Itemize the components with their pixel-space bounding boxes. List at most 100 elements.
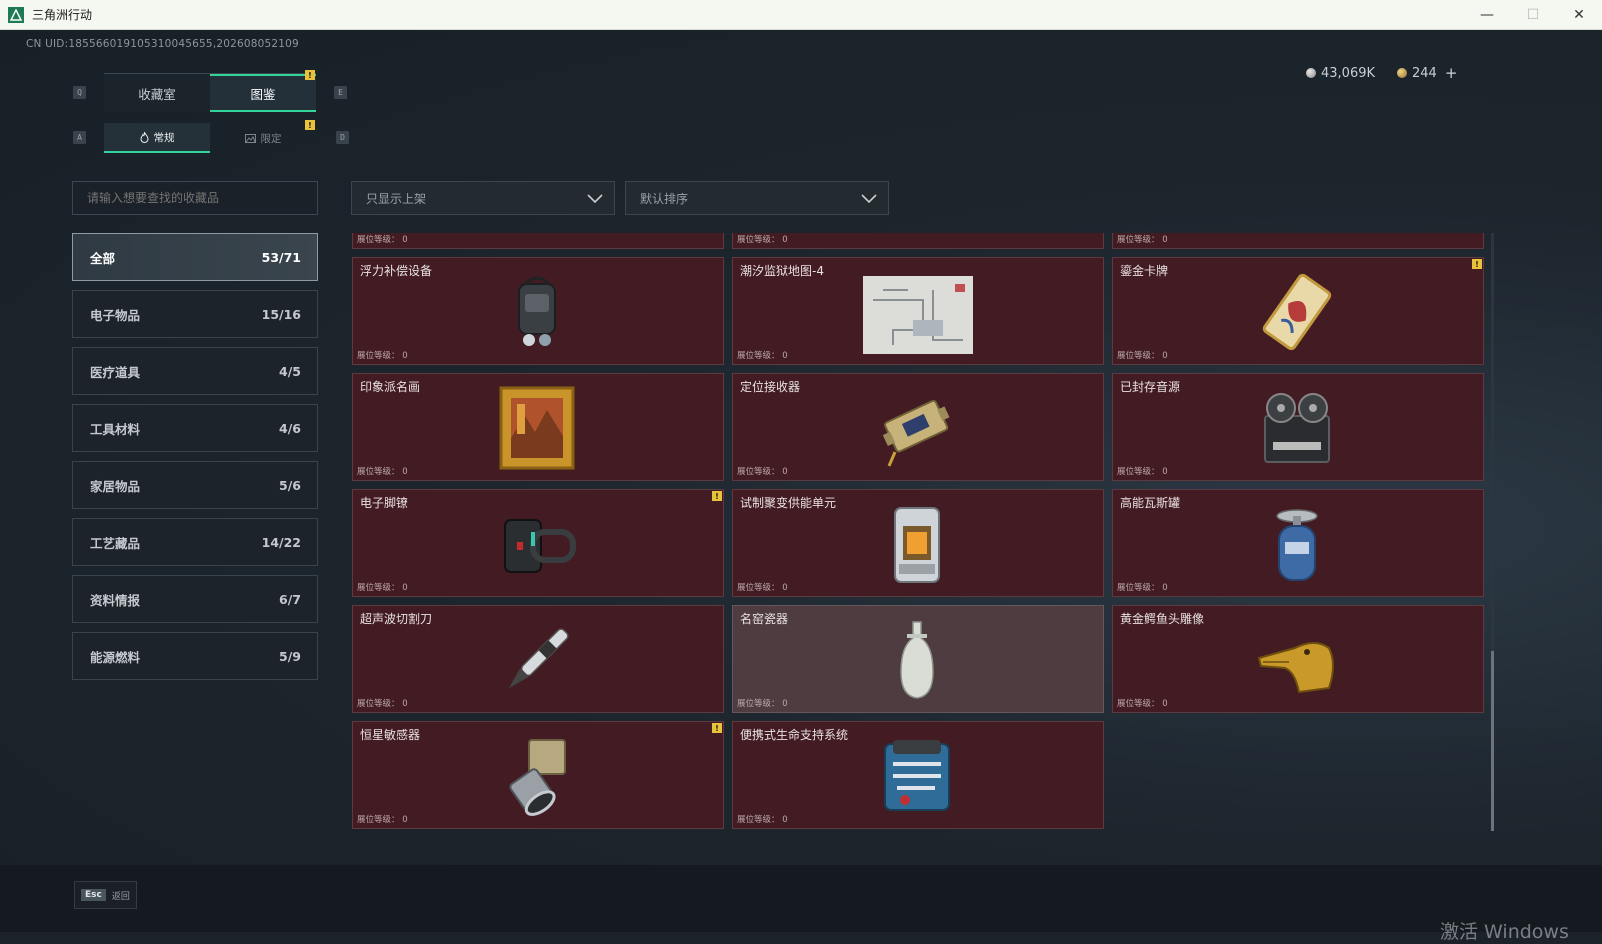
gold-amount: 244 <box>1412 65 1437 81</box>
item-card-buoyancy-device[interactable]: 浮力补偿设备 展位等级： 0 <box>352 257 724 365</box>
gold-coin-icon <box>1397 68 1408 78</box>
maximize-button[interactable]: ☐ <box>1510 0 1556 30</box>
key-e-hint: E <box>334 86 347 99</box>
item-card-golden-croc-statue[interactable]: 黄金鳄鱼头雕像 展位等级： 0 <box>1112 605 1484 713</box>
booth-level: 展位等级： 0 <box>357 699 408 709</box>
booth-level: 展位等级： 0 <box>1117 583 1168 593</box>
category-crafts[interactable]: 工艺藏品 14/22 <box>72 518 318 566</box>
item-alert-badge: ! <box>712 723 722 733</box>
category-label: 工艺藏品 <box>90 535 141 551</box>
item-card[interactable]: 展位等级： 0 <box>732 233 1104 249</box>
item-name: 超声波切割刀 <box>360 612 433 626</box>
item-name: 浮力补偿设备 <box>360 264 433 278</box>
category-electronics[interactable]: 电子物品 15/16 <box>72 290 318 338</box>
sub-tabs: 常规 限定 <box>104 123 316 153</box>
item-alert-badge: ! <box>712 491 722 501</box>
booth-level: 展位等级： 0 <box>1117 235 1168 245</box>
category-label: 工具材料 <box>90 421 141 437</box>
tab-catalog[interactable]: 图鉴 <box>210 74 316 112</box>
key-d-hint: D <box>336 131 349 144</box>
close-button[interactable]: ✕ <box>1556 0 1602 30</box>
item-card-prison-map[interactable]: 潮汐监狱地图-4 展位等级： 0 <box>732 257 1104 365</box>
category-count: 5/6 <box>279 477 301 493</box>
category-count: 5/9 <box>279 648 301 664</box>
scrollbar-thumb[interactable] <box>1491 651 1494 831</box>
ankle-monitor-icon <box>493 502 581 586</box>
esc-key-hint: Esc <box>81 889 106 901</box>
item-grid: 展位等级： 0 展位等级： 0 展位等级： 0 浮力补偿设备 展位等级： 0 潮… <box>351 233 1485 833</box>
category-medical[interactable]: 医疗道具 4/5 <box>72 347 318 395</box>
chevron-down-icon <box>587 194 603 204</box>
key-q-hint: Q <box>73 86 86 99</box>
sort-value: 默认排序 <box>640 191 689 206</box>
booth-level: 展位等级： 0 <box>1117 351 1168 361</box>
item-name: 电子脚镣 <box>360 496 409 510</box>
currency-bar: 43,069K 244 + <box>1306 60 1506 86</box>
add-currency-button[interactable]: + <box>1445 64 1458 82</box>
item-card-ultrasonic-cutter[interactable]: 超声波切割刀 展位等级： 0 <box>352 605 724 713</box>
main-tabs: 收藏室 图鉴 <box>104 73 316 112</box>
booth-level: 展位等级： 0 <box>737 351 788 361</box>
search-input[interactable] <box>72 181 318 215</box>
item-card[interactable]: 展位等级： 0 <box>1112 233 1484 249</box>
back-button[interactable]: Esc 返回 <box>74 881 137 909</box>
item-card-positioning-receiver[interactable]: 定位接收器 展位等级： 0 <box>732 373 1104 481</box>
item-card-star-sensor[interactable]: 恒星敏感器 ! 展位等级： 0 <box>352 721 724 829</box>
subtab-limited-label: 限定 <box>260 132 282 145</box>
item-card[interactable]: 展位等级： 0 <box>352 233 724 249</box>
item-card-fusion-unit[interactable]: 试制聚变供能单元 展位等级： 0 <box>732 489 1104 597</box>
category-intel[interactable]: 资料情报 6/7 <box>72 575 318 623</box>
shelf-filter-dropdown[interactable]: 只显示上架 <box>351 181 615 215</box>
category-label: 资料情报 <box>90 592 141 608</box>
booth-level: 展位等级： 0 <box>1117 699 1168 709</box>
item-alert-badge: ! <box>1472 259 1482 269</box>
booth-level: 展位等级： 0 <box>737 467 788 477</box>
category-household[interactable]: 家居物品 5/6 <box>72 461 318 509</box>
category-count: 6/7 <box>279 591 301 607</box>
image-icon <box>244 133 256 143</box>
item-card-impressionist-painting[interactable]: 印象派名画 展位等级： 0 <box>352 373 724 481</box>
item-card-porcelain[interactable]: 名窑瓷器 展位等级： 0 <box>732 605 1104 713</box>
category-label: 医疗道具 <box>90 364 141 380</box>
subtab-regular[interactable]: 常规 <box>104 123 210 153</box>
gas-canister-icon <box>1253 502 1341 586</box>
item-card-sealed-audio[interactable]: 已封存音源 展位等级： 0 <box>1112 373 1484 481</box>
bottom-bar: Esc 返回 激活 Windows <box>0 865 1602 943</box>
booth-level: 展位等级： 0 <box>357 467 408 477</box>
uid-label: CN UID:18556601910531004565​5,2026080521… <box>26 38 299 50</box>
croc-statue-icon <box>1253 618 1341 702</box>
tab-alert-badge: ! <box>305 70 315 80</box>
tab-collection-room[interactable]: 收藏室 <box>104 74 210 112</box>
item-card-life-support[interactable]: 便携式生命支持系统 展位等级： 0 <box>732 721 1104 829</box>
item-name: 定位接收器 <box>740 380 801 394</box>
item-name: 黄金鳄鱼头雕像 <box>1120 612 1205 626</box>
category-tools[interactable]: 工具材料 4/6 <box>72 404 318 452</box>
category-label: 电子物品 <box>90 307 141 323</box>
category-count: 15/16 <box>261 306 301 322</box>
item-name: 便携式生命支持系统 <box>740 728 849 742</box>
cutter-icon <box>493 618 581 702</box>
subtab-limited[interactable]: 限定 <box>210 123 316 153</box>
flame-icon <box>139 131 149 143</box>
item-card-gilded-card[interactable]: 鎏金卡牌 ! 展位等级： 0 <box>1112 257 1484 365</box>
booth-level: 展位等级： 0 <box>1117 467 1168 477</box>
grid-scrollbar[interactable] <box>1491 233 1494 831</box>
category-energy[interactable]: 能源燃料 5/9 <box>72 632 318 680</box>
sort-dropdown[interactable]: 默认排序 <box>625 181 889 215</box>
activation-watermark: 激活 Windows <box>1440 921 1569 943</box>
minimize-button[interactable]: — <box>1464 0 1510 30</box>
item-card-gas-canister[interactable]: 高能瓦斯罐 展位等级： 0 <box>1112 489 1484 597</box>
booth-level: 展位等级： 0 <box>357 583 408 593</box>
backpack-icon <box>493 270 581 354</box>
life-support-icon <box>873 734 961 818</box>
category-count: 4/5 <box>279 363 301 379</box>
vase-icon <box>873 618 961 702</box>
silver-amount: 43,069K <box>1321 65 1376 81</box>
booth-level: 展位等级： 0 <box>357 815 408 825</box>
item-name: 鎏金卡牌 <box>1120 264 1169 278</box>
item-card-electronic-shackle[interactable]: 电子脚镣 ! 展位等级： 0 <box>352 489 724 597</box>
booth-level: 展位等级： 0 <box>357 235 408 245</box>
item-name: 潮汐监狱地图-4 <box>740 264 824 278</box>
item-name: 恒星敏感器 <box>360 728 421 742</box>
category-all[interactable]: 全部 53/71 <box>72 233 318 281</box>
